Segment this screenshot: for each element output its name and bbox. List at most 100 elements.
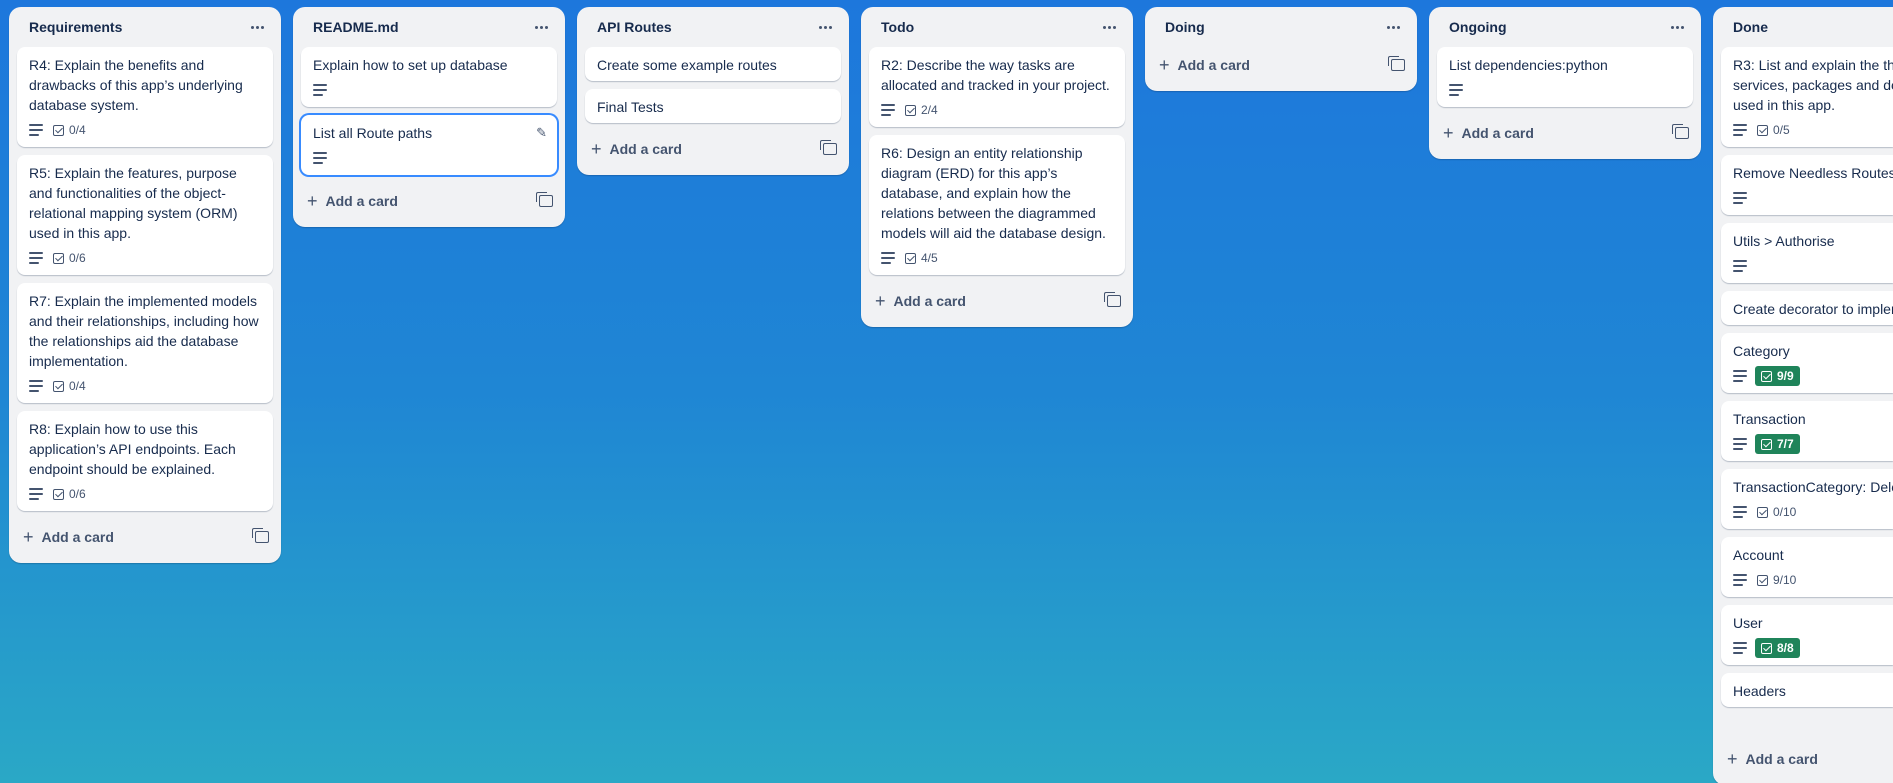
add-card-row: + Add a card bbox=[1429, 115, 1701, 151]
checklist-count: 0/5 bbox=[1773, 123, 1790, 137]
create-from-template-icon[interactable] bbox=[536, 192, 553, 207]
checklist-count: 2/4 bbox=[921, 103, 938, 117]
add-card-row: + Add a card bbox=[293, 183, 565, 219]
card-title: R6: Design an entity relationship diagra… bbox=[881, 145, 1106, 241]
edit-pencil-icon[interactable]: ✎ bbox=[536, 125, 547, 141]
list-title[interactable]: Requirements bbox=[29, 19, 122, 35]
list-title[interactable]: Todo bbox=[881, 19, 914, 35]
list-title[interactable]: Ongoing bbox=[1449, 19, 1507, 35]
card[interactable]: R2: Describe the way tasks are allocated… bbox=[869, 47, 1125, 127]
card-title: Create decorator to implement bbox=[1733, 301, 1893, 317]
more-options-icon[interactable] bbox=[1665, 15, 1689, 39]
checklist-count: 9/10 bbox=[1773, 573, 1797, 587]
card-title: R3: List and explain the third-party ser… bbox=[1733, 57, 1893, 113]
more-options-icon[interactable] bbox=[245, 15, 269, 39]
add-card-row: + Add a card bbox=[577, 131, 849, 167]
card[interactable]: Category 9/9 bbox=[1721, 333, 1893, 393]
add-card-label: Add a card bbox=[1177, 57, 1250, 73]
list-readme: README.md Explain how to set up database… bbox=[293, 7, 565, 227]
list-title[interactable]: README.md bbox=[313, 19, 399, 35]
card[interactable]: User 8/8 bbox=[1721, 605, 1893, 665]
list-api-routes: API Routes Create some example routes Fi… bbox=[577, 7, 849, 175]
card[interactable]: Create decorator to implement bbox=[1721, 291, 1893, 325]
card[interactable]: Create some example routes bbox=[585, 47, 841, 81]
create-from-template-icon[interactable] bbox=[1388, 56, 1405, 71]
card[interactable]: Remove Needless Routes bbox=[1721, 155, 1893, 215]
card[interactable]: List all Route paths ✎ bbox=[301, 115, 557, 175]
description-icon bbox=[29, 252, 43, 264]
card[interactable]: R3: List and explain the third-party ser… bbox=[1721, 47, 1893, 147]
card[interactable]: Explain how to set up database bbox=[301, 47, 557, 107]
more-options-icon[interactable] bbox=[529, 15, 553, 39]
checklist-icon bbox=[1761, 370, 1772, 382]
list-requirements: Requirements R4: Explain the benefits an… bbox=[9, 7, 281, 563]
card-title: List all Route paths bbox=[313, 125, 433, 141]
card[interactable]: R5: Explain the features, purpose and fu… bbox=[17, 155, 273, 275]
card-title: Remove Needless Routes bbox=[1733, 165, 1893, 181]
checklist-icon bbox=[53, 488, 64, 500]
description-icon bbox=[1733, 192, 1747, 204]
description-icon bbox=[313, 84, 327, 96]
checklist-count: 0/10 bbox=[1773, 505, 1797, 519]
list-title[interactable]: Doing bbox=[1165, 19, 1205, 35]
add-card-button[interactable]: + Add a card bbox=[1159, 56, 1250, 74]
create-from-template-icon[interactable] bbox=[252, 528, 269, 543]
card[interactable]: R4: Explain the benefits and drawbacks o… bbox=[17, 47, 273, 147]
checklist-count: 8/8 bbox=[1777, 641, 1794, 655]
card[interactable]: Transaction 7/7 bbox=[1721, 401, 1893, 461]
add-card-button[interactable]: + Add a card bbox=[875, 292, 966, 310]
add-card-button[interactable]: + Add a card bbox=[591, 140, 682, 158]
more-options-icon[interactable] bbox=[1381, 15, 1405, 39]
card[interactable]: Final Tests bbox=[585, 89, 841, 123]
add-card-button[interactable]: + Add a card bbox=[1727, 750, 1818, 768]
card[interactable]: Account 9/10 bbox=[1721, 537, 1893, 597]
board: Requirements R4: Explain the benefits an… bbox=[0, 0, 1893, 783]
add-card-label: Add a card bbox=[41, 529, 114, 545]
card[interactable]: List dependencies:python bbox=[1437, 47, 1693, 107]
checklist-icon bbox=[905, 252, 916, 264]
checklist-badge: 0/6 bbox=[51, 248, 88, 268]
card-title: User bbox=[1733, 615, 1763, 631]
description-icon bbox=[1733, 506, 1747, 518]
list-header: Todo bbox=[861, 7, 1133, 47]
checklist-icon bbox=[1757, 574, 1768, 586]
more-options-icon[interactable] bbox=[1097, 15, 1121, 39]
add-card-label: Add a card bbox=[609, 141, 682, 157]
card-title: Headers bbox=[1733, 683, 1786, 699]
add-card-row: + Add a card bbox=[1713, 741, 1893, 777]
card-title: TransactionCategory: Delete bbox=[1733, 479, 1893, 495]
card[interactable]: R7: Explain the implemented models and t… bbox=[17, 283, 273, 403]
card[interactable]: TransactionCategory: Delete 0/10 bbox=[1721, 469, 1893, 529]
create-from-template-icon[interactable] bbox=[1104, 292, 1121, 307]
checklist-badge-complete: 7/7 bbox=[1755, 434, 1800, 454]
create-from-template-icon[interactable] bbox=[1672, 124, 1689, 139]
description-icon bbox=[1733, 124, 1747, 136]
checklist-icon bbox=[1757, 506, 1768, 518]
add-card-button[interactable]: + Add a card bbox=[23, 528, 114, 546]
checklist-badge: 4/5 bbox=[903, 248, 940, 268]
card[interactable]: Utils > Authorise bbox=[1721, 223, 1893, 283]
card-title: Explain how to set up database bbox=[313, 57, 508, 73]
description-icon bbox=[313, 152, 327, 164]
add-card-button[interactable]: + Add a card bbox=[307, 192, 398, 210]
more-options-icon[interactable] bbox=[813, 15, 837, 39]
description-icon bbox=[29, 124, 43, 136]
add-card-button[interactable]: + Add a card bbox=[1443, 124, 1534, 142]
checklist-count: 9/9 bbox=[1777, 369, 1794, 383]
create-from-template-icon[interactable] bbox=[820, 140, 837, 155]
add-card-label: Add a card bbox=[1461, 125, 1534, 141]
list-title[interactable]: Done bbox=[1733, 19, 1768, 35]
card[interactable]: R8: Explain how to use this application’… bbox=[17, 411, 273, 511]
list-header: README.md bbox=[293, 7, 565, 47]
checklist-icon bbox=[1757, 124, 1768, 136]
plus-icon: + bbox=[307, 191, 318, 211]
list-done: Done R3: List and explain the third-part… bbox=[1713, 7, 1893, 783]
card[interactable]: R6: Design an entity relationship diagra… bbox=[869, 135, 1125, 275]
description-icon bbox=[881, 104, 895, 116]
checklist-icon bbox=[905, 104, 916, 116]
list-header: Requirements bbox=[9, 7, 281, 47]
checklist-count: 0/6 bbox=[69, 487, 86, 501]
list-title[interactable]: API Routes bbox=[597, 19, 672, 35]
card[interactable]: Headers bbox=[1721, 673, 1893, 707]
checklist-badge: 0/4 bbox=[51, 120, 88, 140]
